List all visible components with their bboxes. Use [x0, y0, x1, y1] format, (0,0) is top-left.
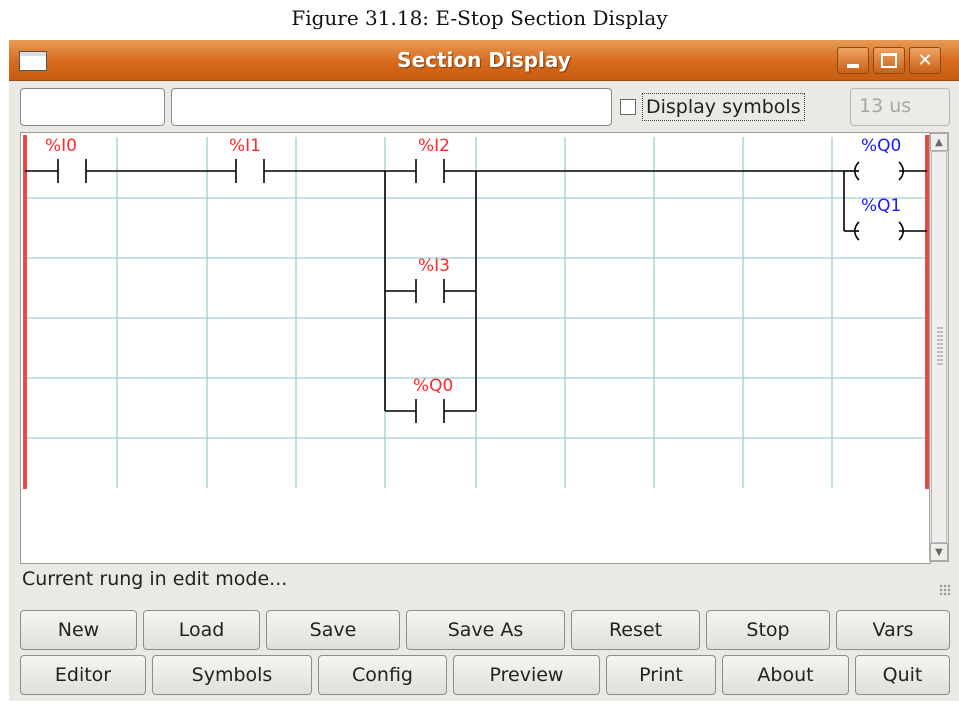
rung-label-field[interactable]: [20, 88, 165, 126]
resize-grip-icon[interactable]: [939, 584, 951, 596]
scroll-down-icon[interactable]: ▼: [930, 543, 948, 561]
display-symbols-checkbox[interactable]: Display symbols: [620, 90, 805, 124]
contact-label-i0: %I0: [45, 136, 77, 156]
quit-button[interactable]: Quit: [855, 655, 950, 695]
save-button[interactable]: Save: [266, 610, 400, 650]
contact-label-i3: %I3: [418, 256, 450, 276]
maximize-icon: [881, 53, 897, 68]
ladder-diagram[interactable]: %I0 %I1 %I2 %I3 %Q0 %Q0 %Q1: [20, 132, 931, 564]
about-button[interactable]: About: [722, 655, 849, 695]
preview-button[interactable]: Preview: [453, 655, 600, 695]
contact-i2[interactable]: [415, 159, 445, 183]
coil-q1[interactable]: [853, 221, 905, 241]
save-as-button[interactable]: Save As: [406, 610, 565, 650]
close-icon: ✕: [917, 50, 933, 71]
minimize-button[interactable]: [837, 47, 869, 74]
close-button[interactable]: ✕: [909, 47, 941, 74]
ladder-canvas[interactable]: %I0 %I1 %I2 %I3 %Q0 %Q0 %Q1: [21, 133, 930, 563]
status-bar: Current rung in edit mode...: [22, 568, 288, 590]
print-button[interactable]: Print: [606, 655, 716, 695]
contact-i3[interactable]: [415, 279, 445, 303]
maximize-button[interactable]: [873, 47, 905, 74]
coil-label-q0: %Q0: [861, 136, 901, 156]
cycle-time-field: 13 us: [850, 88, 950, 126]
scroll-up-icon[interactable]: ▲: [930, 133, 948, 151]
coil-q0[interactable]: [853, 161, 905, 181]
load-button[interactable]: Load: [143, 610, 260, 650]
reset-button[interactable]: Reset: [571, 610, 700, 650]
figure-caption: Figure 31.18: E-Stop Section Display: [291, 6, 668, 30]
vars-button[interactable]: Vars: [836, 610, 950, 650]
editor-button[interactable]: Editor: [20, 655, 146, 695]
contact-i0[interactable]: [57, 159, 87, 183]
config-button[interactable]: Config: [318, 655, 447, 695]
contact-label-q0: %Q0: [413, 376, 453, 396]
section-display-window: Section Display ✕ Display symbols 13 us …: [9, 40, 959, 701]
scrollbar-thumb[interactable]: [931, 151, 947, 543]
window-title: Section Display: [397, 48, 571, 72]
display-symbols-label: Display symbols: [642, 93, 805, 121]
contact-label-i2: %I2: [418, 136, 450, 156]
rung-comment-field[interactable]: [171, 88, 612, 126]
minimize-icon: [847, 63, 859, 68]
coil-label-q1: %Q1: [861, 196, 901, 216]
new-button[interactable]: New: [20, 610, 137, 650]
symbols-button[interactable]: Symbols: [152, 655, 312, 695]
title-bar[interactable]: Section Display ✕: [9, 40, 959, 81]
stop-button[interactable]: Stop: [706, 610, 830, 650]
contact-q0[interactable]: [415, 399, 445, 423]
contact-i1[interactable]: [235, 159, 265, 183]
checkbox-icon[interactable]: [620, 99, 636, 115]
vertical-scrollbar[interactable]: ▲ ▼: [929, 132, 949, 562]
contact-label-i1: %I1: [229, 136, 261, 156]
